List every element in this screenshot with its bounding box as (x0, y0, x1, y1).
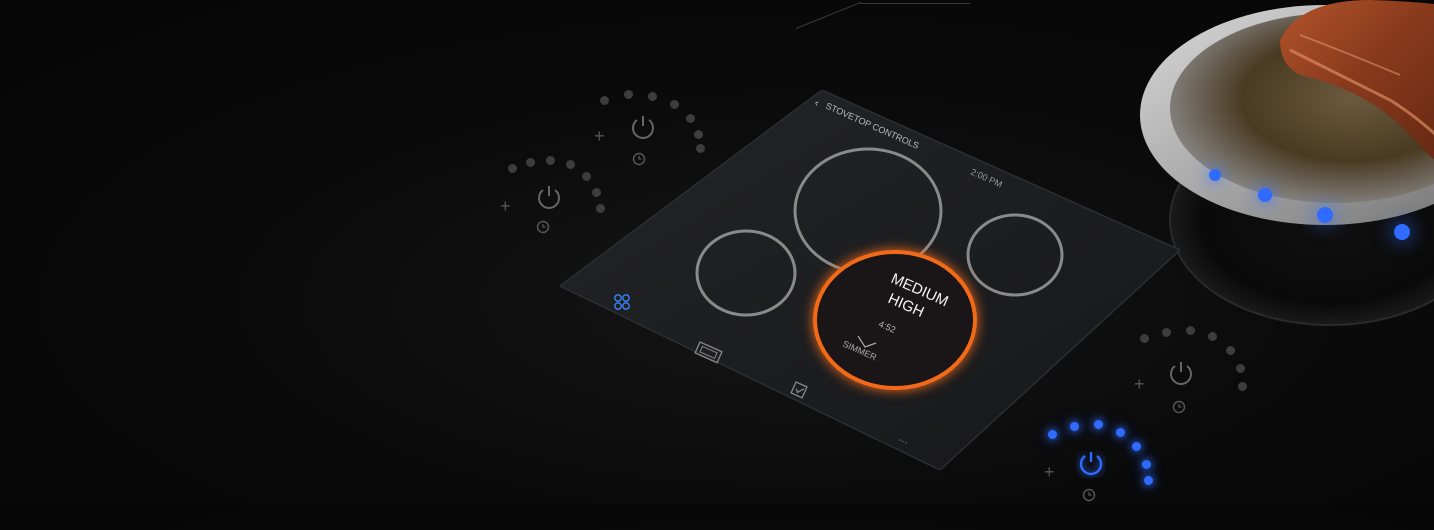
timer-icon[interactable] (536, 220, 550, 234)
level-dot (546, 156, 555, 165)
pan-with-salmon (1140, 0, 1434, 340)
top-edge-line (860, 3, 970, 4)
timer-icon[interactable] (1082, 488, 1096, 502)
top-edge-line (795, 1, 862, 29)
level-dot (1236, 364, 1245, 373)
panel-screen: ‹ STOVETOP CONTROLS 2:00 PM MEDIUM HIGH … (560, 90, 1180, 470)
level-dot (1238, 382, 1247, 391)
level-dot (1226, 346, 1235, 355)
level-dot (1208, 332, 1217, 341)
level-dot (508, 164, 517, 173)
plus-icon[interactable]: + (500, 196, 511, 217)
level-dot (1144, 476, 1153, 485)
stovetop-control-panel: ‹ STOVETOP CONTROLS 2:00 PM MEDIUM HIGH … (560, 90, 1180, 470)
level-dot (1186, 326, 1195, 335)
level-dot (526, 158, 535, 167)
